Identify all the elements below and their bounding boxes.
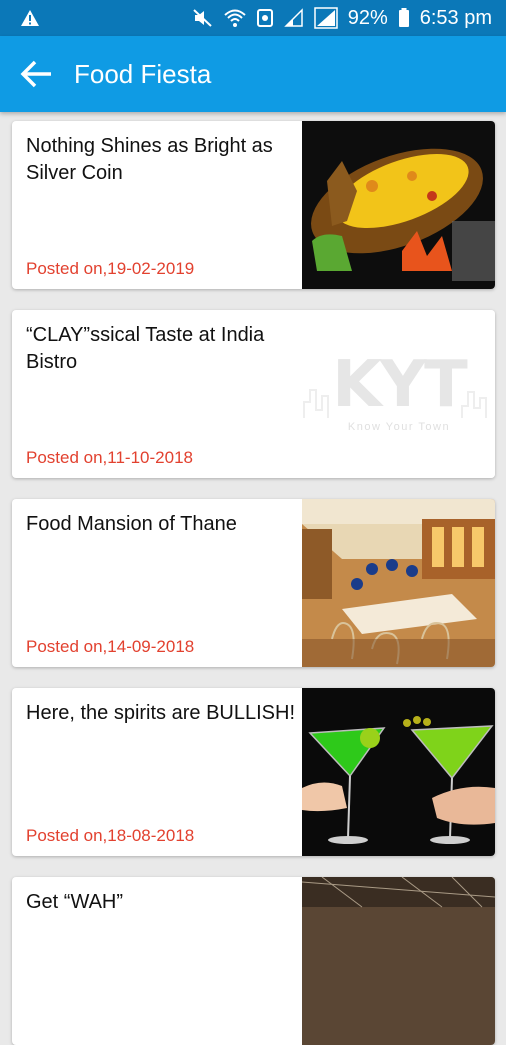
post-card[interactable]: “CLAY”ssical Taste at India Bistro Poste… [12, 310, 495, 478]
post-card[interactable]: Food Mansion of Thane Posted on,14-09-20… [12, 499, 495, 667]
data-icon [256, 8, 274, 28]
app-bar: Food Fiesta [0, 36, 506, 112]
post-title: Here, the spirits are BULLISH! [26, 702, 295, 724]
post-card[interactable]: Get “WAH” [12, 877, 495, 1045]
signal-weak-icon [283, 8, 304, 28]
post-thumbnail-restaurant-interior [302, 499, 495, 667]
signal-icon [313, 7, 338, 29]
post-date: Posted on,18-08-2018 [26, 826, 195, 845]
post-date: Posted on,11-10-2018 [26, 448, 193, 467]
post-thumbnail-partial [302, 877, 495, 1045]
post-date: Posted on,19-02-2019 [26, 259, 195, 278]
post-card[interactable]: Nothing Shines as Bright as Silver Coin … [12, 121, 495, 289]
battery-icon [398, 8, 410, 28]
battery-percentage: 92% [347, 6, 388, 29]
warning-icon [20, 9, 40, 27]
page-title: Food Fiesta [74, 58, 212, 89]
arrow-left-icon [19, 59, 53, 89]
post-thumbnail-pineapple-dish [302, 121, 495, 289]
post-thumbnail-kyt-logo: KYT Know Your Town [302, 310, 495, 478]
status-bar: 92% 6:53 pm [0, 0, 506, 36]
wifi-icon [224, 8, 246, 28]
post-title: Nothing Shines as Bright as Silver Coin [26, 135, 273, 184]
back-button[interactable] [16, 54, 56, 94]
post-card[interactable]: Here, the spirits are BULLISH! Posted on… [12, 688, 495, 856]
kyt-logo: KYT [332, 348, 468, 422]
mute-icon [192, 8, 214, 28]
post-thumbnail-cocktails [302, 688, 495, 856]
post-title: Get “WAH” [26, 891, 124, 913]
post-date: Posted on,14-09-2018 [26, 637, 195, 656]
clock: 6:53 pm [419, 6, 492, 29]
post-title: “CLAY”ssical Taste at India Bistro [26, 324, 265, 373]
post-title: Food Mansion of Thane [26, 513, 237, 535]
kyt-tagline: Know Your Town [347, 421, 451, 433]
